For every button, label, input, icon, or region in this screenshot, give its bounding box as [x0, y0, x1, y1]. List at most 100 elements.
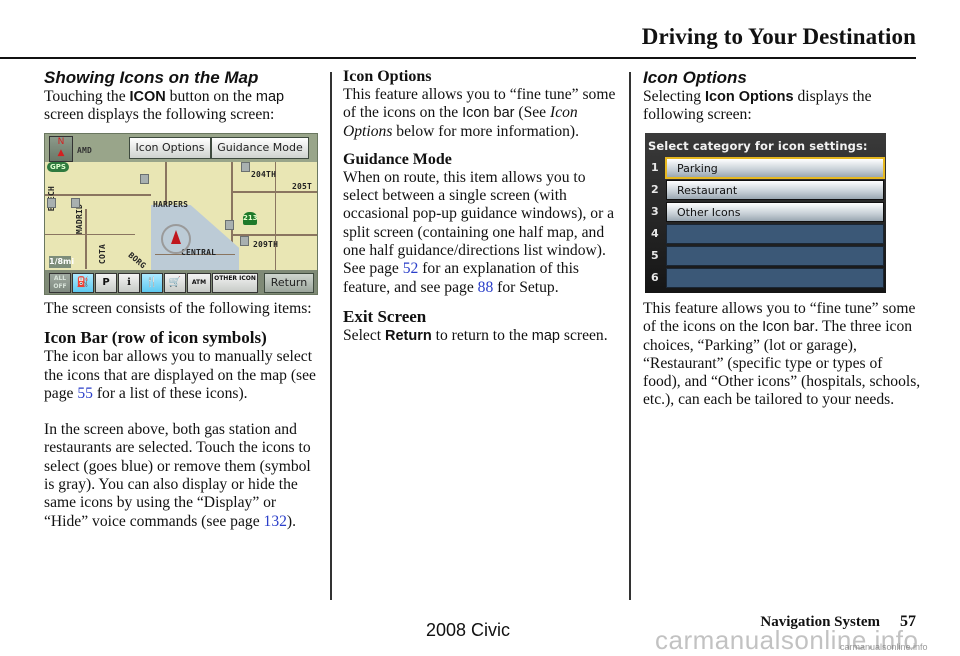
information-icon: ℹ [127, 277, 131, 288]
map-word: map [531, 327, 560, 344]
north-up-button[interactable]: N ▲ [49, 136, 73, 162]
consists-paragraph: The screen consists of the following ite… [44, 300, 312, 317]
header-rule [0, 57, 916, 59]
icon-button-name: ICON [129, 89, 166, 105]
option-number: 2 [651, 183, 659, 196]
option-row[interactable]: 3 Other Icons [645, 202, 886, 222]
street-label: MADRID [75, 204, 84, 235]
parking-option-button[interactable]: Parking [665, 157, 885, 179]
poi-icon [47, 198, 56, 208]
return-term: Return [385, 327, 432, 344]
icon-bar-term: Icon bar [462, 105, 515, 122]
other-icons-option-button[interactable]: Other Icons [666, 202, 884, 222]
text: below for more information). [392, 122, 580, 140]
poi-icon [225, 220, 234, 230]
street-label: BORG [126, 250, 148, 271]
empty-option-slot [666, 246, 884, 266]
highway-shield-icon: 213 [243, 212, 258, 225]
icon-options-screen-image: Select category for icon settings: 1 Par… [645, 133, 886, 293]
text: for Setup. [493, 278, 559, 296]
option-row[interactable]: 1 Parking [645, 157, 886, 179]
parking-button[interactable]: P [95, 273, 117, 293]
street-label: COTA [98, 244, 107, 265]
street-label: 204TH [251, 170, 277, 179]
option-row[interactable]: 2 Restaurant [645, 180, 886, 200]
text: for a list of these icons). [92, 384, 248, 402]
icon-options-description: This feature allows you to “fine tune” s… [643, 300, 923, 410]
icon-options-subheading: Icon Options [343, 68, 432, 85]
intro-paragraph: Touching the ICON button on the map scre… [44, 88, 324, 125]
text: Selecting [643, 88, 705, 105]
vehicle-model: 2008 Civic [426, 620, 511, 640]
page-link[interactable]: 55 [77, 385, 93, 402]
poi-icon [241, 162, 250, 172]
text: Select [343, 326, 385, 344]
footer-section-title: Navigation System [760, 614, 880, 630]
option-number: 4 [651, 227, 659, 240]
icon-bar-paragraph: The icon bar allows you to manually sele… [44, 348, 324, 403]
map-scale: 1/8mi [49, 256, 75, 268]
poi-icon [140, 174, 149, 184]
restaurant-button[interactable]: 🍴 [141, 273, 163, 293]
exit-screen-paragraph: Select Return to return to the map scree… [343, 327, 621, 345]
guidance-mode-subheading: Guidance Mode [343, 150, 452, 168]
icon-bar: ALL OFF ⛽ P ℹ 🍴 🛒 ATM OTHER ICON Return [45, 270, 317, 294]
page-header-title: Driving to Your Destination [641, 24, 916, 49]
guidance-mode-button[interactable]: Guidance Mode [211, 137, 309, 159]
text: (See [514, 104, 551, 122]
street-label: 209TH [253, 240, 279, 249]
text: to return to the [431, 326, 532, 344]
gas-station-icon: ⛽ [76, 277, 90, 288]
exit-screen-subheading: Exit Screen [343, 306, 427, 326]
atm-button[interactable]: ATM [187, 273, 211, 293]
text: screen displays the following screen: [44, 106, 275, 124]
text: button on the [165, 88, 256, 105]
icon-options-intro: Selecting Icon Options displays the foll… [643, 88, 923, 125]
option-row: 5 [645, 246, 886, 266]
vehicle-position-icon [161, 224, 191, 254]
section-heading: Icon Options [643, 68, 747, 87]
icon-options-term: Icon Options [704, 89, 794, 105]
restaurant-icon: 🍴 [145, 277, 159, 288]
restaurant-option-button[interactable]: Restaurant [666, 180, 884, 200]
information-button[interactable]: ℹ [118, 273, 140, 293]
icon-bar-heading: Icon Bar (row of icon symbols) [44, 328, 267, 348]
page-link[interactable]: 88 [478, 279, 494, 296]
north-label: N [57, 137, 65, 147]
text: screen. [560, 326, 608, 344]
all-off-button[interactable]: ALL OFF [49, 273, 71, 293]
poi-icon [71, 198, 80, 208]
gps-badge: GPS [47, 162, 69, 172]
column-divider [629, 72, 631, 600]
options-screen-title: Select category for icon settings: [648, 139, 868, 153]
empty-option-slot [666, 224, 884, 244]
other-icon-button[interactable]: OTHER ICON [212, 273, 258, 293]
text: Touching the [44, 88, 130, 105]
guidance-mode-paragraph: When on route, this item allows you to s… [343, 169, 621, 297]
middle-column: Icon Options This feature allows you to … [343, 68, 621, 345]
empty-option-slot [666, 268, 884, 288]
page-link[interactable]: 132 [264, 513, 287, 530]
street-label: AMD [77, 146, 93, 155]
shopping-cart-icon: 🛒 [168, 277, 182, 288]
page-number: 57 [900, 613, 916, 630]
left-column-lower: The screen consists of the following ite… [44, 300, 324, 531]
map-word: map [255, 89, 285, 105]
page-link[interactable]: 52 [403, 260, 419, 277]
left-column: Showing Icons on the Map Touching the IC… [44, 68, 324, 125]
watermark-small: carmanualsonline.info [840, 642, 928, 652]
gas-station-button[interactable]: ⛽ [72, 273, 94, 293]
return-button[interactable]: Return [264, 273, 314, 293]
icon-options-button[interactable]: Icon Options [129, 137, 211, 159]
poi-icon [240, 236, 249, 246]
icon-options-paragraph: This feature allows you to “fine tune” s… [343, 86, 621, 141]
option-row: 4 [645, 224, 886, 244]
option-number: 1 [651, 161, 659, 174]
shopping-button[interactable]: 🛒 [164, 273, 186, 293]
section-heading: Showing Icons on the Map [44, 68, 259, 87]
right-column: Icon Options Selecting Icon Options disp… [643, 68, 923, 125]
option-number: 6 [651, 271, 659, 284]
right-column-lower: This feature allows you to “fine tune” s… [643, 300, 923, 410]
option-number: 5 [651, 249, 659, 262]
column-divider [330, 72, 332, 600]
